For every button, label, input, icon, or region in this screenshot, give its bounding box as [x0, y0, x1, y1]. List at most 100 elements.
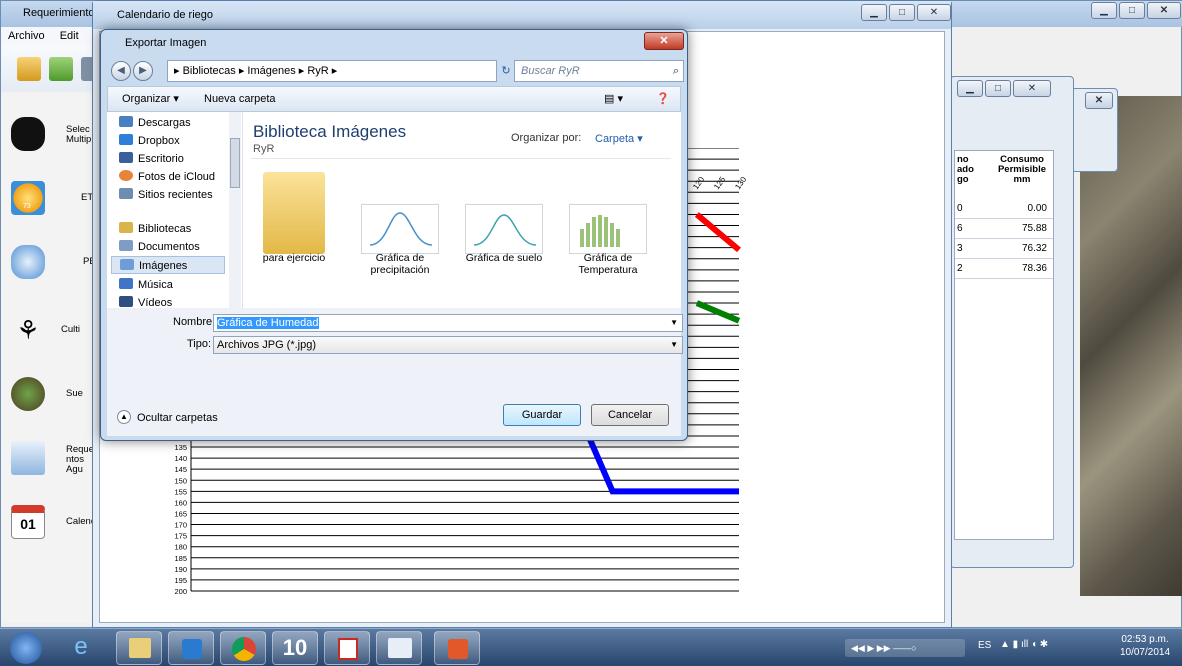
- y-tick-label: 165: [174, 509, 187, 518]
- type-select[interactable]: Archivos JPG (*.jpg) ▼: [213, 336, 683, 354]
- forward-icon[interactable]: ▶: [133, 61, 153, 81]
- search-input[interactable]: Buscar RyR ⌕: [514, 60, 684, 82]
- file-label: Gráfica de suelo: [465, 252, 543, 264]
- nav-descargas[interactable]: Descargas: [119, 114, 191, 132]
- soil-icon: [11, 377, 45, 411]
- table-header-1: Consumo Permisible mm: [997, 154, 1047, 185]
- nav-item-et[interactable]: 73 ET: [11, 181, 101, 231]
- export-dialog: Exportar Imagen ✕ ◀ ▶ ▸ Bibliotecas ▸ Im…: [100, 29, 688, 441]
- minimize-button[interactable]: ▁: [957, 80, 983, 97]
- table-row[interactable]: 2 78.36: [955, 259, 1053, 279]
- nav-escritorio[interactable]: Escritorio: [119, 150, 184, 168]
- menu-archivo[interactable]: Archivo: [8, 30, 45, 42]
- nav-musica[interactable]: Música: [119, 276, 173, 294]
- libraries-icon: [119, 222, 133, 233]
- tray-icons[interactable]: ▲ ▮ ıll ◖ ✱: [1000, 639, 1048, 650]
- taskbar: e 10 ◀◀ ▶ ▶▶ ——○ ES ▲ ▮ ıll ◖ ✱ 02:53 p.…: [0, 628, 1182, 666]
- pdf-icon[interactable]: [324, 631, 370, 665]
- table-window-controls: ▁ □ ✕: [957, 80, 1051, 97]
- y-tick-label: 135: [174, 443, 187, 452]
- nav-documentos[interactable]: Documentos: [119, 238, 200, 256]
- minimize-button[interactable]: ▁: [861, 4, 887, 21]
- view-options-icon[interactable]: ▤ ▾: [604, 87, 623, 111]
- y-tick-label: 170: [174, 521, 187, 530]
- chevron-up-icon[interactable]: ▲: [117, 410, 131, 424]
- dialog-close-button[interactable]: ✕: [644, 32, 684, 50]
- help-icon[interactable]: ❓: [656, 87, 670, 111]
- music-icon: [119, 278, 133, 289]
- nav-item-seleccion[interactable]: Selec Multip: [11, 117, 101, 167]
- app-window-controls: ▁ □ ✕: [1091, 2, 1181, 19]
- dialog-title-bar: Exportar Imagen ✕: [101, 30, 687, 54]
- clock[interactable]: 02:53 p.m. 10/07/2014: [1110, 633, 1180, 659]
- filename-input[interactable]: Gráfica de Humedad ▼: [213, 314, 683, 332]
- table-row[interactable]: 6 75.88: [955, 219, 1053, 239]
- maximize-button[interactable]: □: [985, 80, 1011, 97]
- ie-icon[interactable]: e: [58, 631, 104, 665]
- hide-folders-link[interactable]: Ocultar carpetas: [137, 412, 218, 424]
- y-tick-label: 180: [174, 543, 187, 552]
- minimize-button[interactable]: ▁: [1091, 2, 1117, 19]
- powerpoint-icon[interactable]: [434, 631, 480, 665]
- nav-icloud[interactable]: Fotos de iCloud: [119, 168, 215, 186]
- chrome-icon[interactable]: [220, 631, 266, 665]
- series-line-2: [694, 212, 741, 253]
- new-folder-button[interactable]: Nueva carpeta: [204, 87, 276, 111]
- cancel-button[interactable]: Cancelar: [591, 404, 669, 426]
- arrange-dropdown[interactable]: Carpeta ▾: [595, 132, 643, 145]
- nav-item-requerimientos[interactable]: Reque ntos Agu: [11, 441, 101, 491]
- folder-icon[interactable]: [263, 172, 325, 254]
- nav-recientes[interactable]: Sitios recientes: [119, 186, 213, 204]
- icloud-icon: [119, 170, 133, 181]
- table-header-0: no ado go: [957, 154, 974, 185]
- menu-edit[interactable]: Edit: [60, 30, 79, 42]
- nav-bibliotecas[interactable]: Bibliotecas: [119, 220, 191, 238]
- close-button[interactable]: ✕: [1147, 2, 1181, 19]
- nav-item-pe[interactable]: PE: [11, 245, 101, 295]
- organize-menu[interactable]: Organizar ▾: [122, 87, 179, 111]
- app-title: Requerimiento: [23, 7, 95, 19]
- save-button[interactable]: Guardar: [503, 404, 581, 426]
- type-label: Tipo:: [187, 338, 212, 350]
- explorer-icon[interactable]: [116, 631, 162, 665]
- new-folder-icon[interactable]: [17, 57, 41, 81]
- nav-item-cultivo[interactable]: ⚘ Culti: [11, 315, 101, 365]
- arrange-label: Organizar por:: [511, 132, 582, 144]
- ryr-icon[interactable]: [376, 631, 422, 665]
- close-button-2[interactable]: ✕: [1085, 92, 1113, 109]
- app-10-icon[interactable]: 10: [272, 631, 318, 665]
- breadcrumb[interactable]: ▸ Bibliotecas ▸ Imágenes ▸ RyR ▸: [167, 60, 497, 82]
- thumb-precipitacion[interactable]: [361, 204, 439, 254]
- maximize-button[interactable]: □: [1119, 2, 1145, 19]
- start-button[interactable]: [10, 632, 42, 664]
- nav-scrollbar[interactable]: [229, 112, 241, 308]
- nav-item-calendario[interactable]: 01 Calend: [11, 505, 101, 555]
- nav-videos[interactable]: Vídeos: [119, 294, 172, 308]
- y-tick-label: 195: [174, 576, 187, 585]
- back-icon[interactable]: ◀: [111, 61, 131, 81]
- nav-dropbox[interactable]: Dropbox: [119, 132, 180, 150]
- table-row[interactable]: 3 76.32: [955, 239, 1053, 259]
- dropbox-icon: [119, 134, 133, 145]
- maximize-button[interactable]: □: [889, 4, 915, 21]
- close-button[interactable]: ✕: [917, 4, 951, 21]
- table-row[interactable]: 0 0.00: [955, 199, 1053, 219]
- language-indicator[interactable]: ES: [978, 640, 991, 651]
- info-icon: [11, 117, 45, 151]
- outlook-icon[interactable]: [168, 631, 214, 665]
- calendario-title-bar: Calendario de riego ▁ □ ✕: [93, 1, 951, 29]
- plant-icon: ⚘: [16, 315, 40, 345]
- chevron-down-icon: ▼: [670, 340, 678, 349]
- pictures-icon: [120, 259, 134, 270]
- open-icon[interactable]: [49, 57, 73, 81]
- thumb-temperatura[interactable]: [569, 204, 647, 254]
- command-bar: Organizar ▾ Nueva carpeta ▤ ▾ ❓: [107, 86, 681, 112]
- close-button[interactable]: ✕: [1013, 80, 1051, 97]
- refresh-icon[interactable]: ↻: [499, 62, 513, 80]
- media-controls[interactable]: ◀◀ ▶ ▶▶ ——○: [845, 639, 965, 657]
- nav-item-suelo[interactable]: Sue: [11, 377, 101, 427]
- secondary-window: ✕: [1070, 88, 1118, 172]
- nav-imagenes[interactable]: Imágenes: [111, 256, 225, 274]
- scrollbar-thumb[interactable]: [230, 138, 240, 188]
- thumb-suelo[interactable]: [465, 204, 543, 254]
